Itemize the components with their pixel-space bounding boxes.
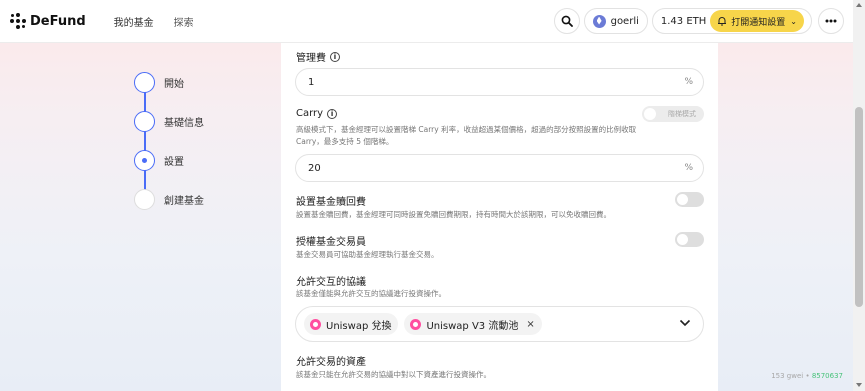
scroll-up-arrow-icon[interactable] [856, 3, 862, 7]
step-circle [134, 72, 155, 93]
brand-name: DeFund [30, 13, 86, 29]
trader-title: 授權基金交易員 [296, 233, 366, 248]
network-selector[interactable]: goerli [583, 8, 648, 34]
network-name: goerli [610, 15, 639, 27]
uniswap-icon [310, 318, 321, 330]
balance-text: 1.43 ETH [660, 15, 707, 27]
carry-title: Carry i [296, 108, 338, 119]
redemption-fee-description: 設置基金贖回費，基金經理可同時設置免贖回費期限，持有時間大於該期限，可以免收贖回… [296, 210, 611, 219]
more-menu-button[interactable] [818, 8, 844, 34]
redemption-fee-toggle[interactable] [675, 192, 704, 207]
defund-logo-icon [10, 13, 26, 29]
nav-my-funds[interactable]: 我的基金 [114, 14, 154, 29]
block-number: 8570637 [811, 372, 843, 380]
chevron-down-icon: ⌄ [790, 16, 797, 26]
step-connector [144, 92, 146, 190]
protocols-title: 允許交互的協議 [296, 273, 366, 288]
scroll-thumb[interactable] [855, 107, 863, 307]
uniswap-icon [410, 318, 422, 330]
carry-description: 高級模式下，基金經理可以設置階梯 Carry 利率，收益超過某個價格，超過的部分… [296, 124, 706, 148]
redemption-fee-label: 設置基金贖回費 [296, 197, 366, 208]
search-icon [561, 15, 573, 27]
step-label: 創建基金 [164, 196, 204, 207]
scrollbar[interactable] [853, 0, 865, 391]
management-fee-title: 管理費 i [296, 49, 340, 64]
wallet-balance[interactable]: 1.43 ETH 打開通知設置 ⌄ [651, 8, 812, 34]
trader-toggle[interactable] [675, 232, 704, 247]
notification-settings-button[interactable]: 打開通知設置 ⌄ [710, 10, 804, 32]
step-basic-info: 基礎信息 [134, 111, 204, 132]
protocol-chip[interactable]: Uniswap 兌換 [304, 313, 399, 335]
trader-description: 基金交易員可協助基金經理執行基金交易。 [296, 250, 439, 259]
percent-suffix: % [684, 77, 693, 87]
block-info: 153 gwei • 8570637 [771, 372, 843, 380]
step-circle [134, 111, 155, 132]
chip-label: Uniswap V3 流動池 [426, 320, 519, 332]
settings-form: 管理費 i 1 % Carry i 階梯模式 高級模式下，基金經理可以設置階梯 … [281, 0, 718, 391]
logo[interactable]: DeFund [10, 13, 86, 29]
more-dots-icon [825, 19, 837, 23]
chevron-down-icon[interactable] [679, 319, 691, 327]
redemption-fee-title: 設置基金贖回費 [296, 193, 366, 208]
assets-label: 允許交易的資產 [296, 357, 366, 368]
info-icon[interactable]: i [327, 108, 338, 119]
step-circle-current [134, 150, 155, 171]
nav-explore[interactable]: 探索 [174, 14, 194, 29]
management-fee-input[interactable]: 1 % [295, 68, 704, 96]
carry-value: 20 [308, 162, 321, 174]
chip-label: Uniswap 兌換 [326, 320, 392, 332]
step-label: 基礎信息 [164, 118, 204, 129]
tiered-mode-toggle[interactable]: 階梯模式 [642, 106, 704, 122]
percent-suffix: % [684, 163, 693, 173]
protocols-select[interactable]: Uniswap 兌換 Uniswap V3 流動池 × [295, 306, 704, 342]
scroll-down-arrow-icon[interactable] [856, 383, 862, 387]
step-circle-pending [134, 189, 155, 210]
management-fee-label: 管理費 [296, 53, 326, 64]
search-button[interactable] [553, 8, 580, 34]
assets-title: 允許交易的資產 [296, 353, 366, 368]
step-start: 開始 [134, 72, 184, 93]
step-label: 設置 [164, 157, 184, 168]
trader-label: 授權基金交易員 [296, 237, 366, 248]
close-icon[interactable]: × [526, 319, 534, 330]
bell-icon [718, 17, 727, 26]
info-icon[interactable]: i [330, 51, 340, 62]
carry-input[interactable]: 20 % [295, 154, 704, 182]
step-settings: 設置 [134, 150, 184, 171]
protocol-chip[interactable]: Uniswap V3 流動池 × [404, 313, 542, 335]
protocols-description: 該基金僅能與允許交互的協議進行投資操作。 [296, 289, 446, 298]
protocols-label: 允許交互的協議 [296, 277, 366, 288]
step-create-fund: 創建基金 [134, 189, 204, 210]
carry-desc-line2: Carry，最多支持 5 個階梯。 [296, 137, 394, 146]
carry-desc-line1: 高級模式下，基金經理可以設置階梯 Carry 利率，收益超過某個價格，超過的部分… [296, 125, 637, 134]
management-fee-value: 1 [308, 76, 315, 88]
assets-description: 該基金只能在允許交易的協議中對以下資產進行投資操作。 [296, 370, 491, 379]
carry-label: Carry [296, 108, 324, 119]
notify-label: 打開通知設置 [731, 17, 786, 28]
step-label: 開始 [164, 79, 184, 90]
top-header: DeFund 我的基金 探索 goerli 1.43 ETH 打開通知設置 ⌄ [0, 0, 853, 43]
ethereum-icon [592, 14, 606, 28]
gas-price: 153 gwei [771, 372, 804, 380]
tiered-mode-label: 階梯模式 [668, 110, 696, 118]
